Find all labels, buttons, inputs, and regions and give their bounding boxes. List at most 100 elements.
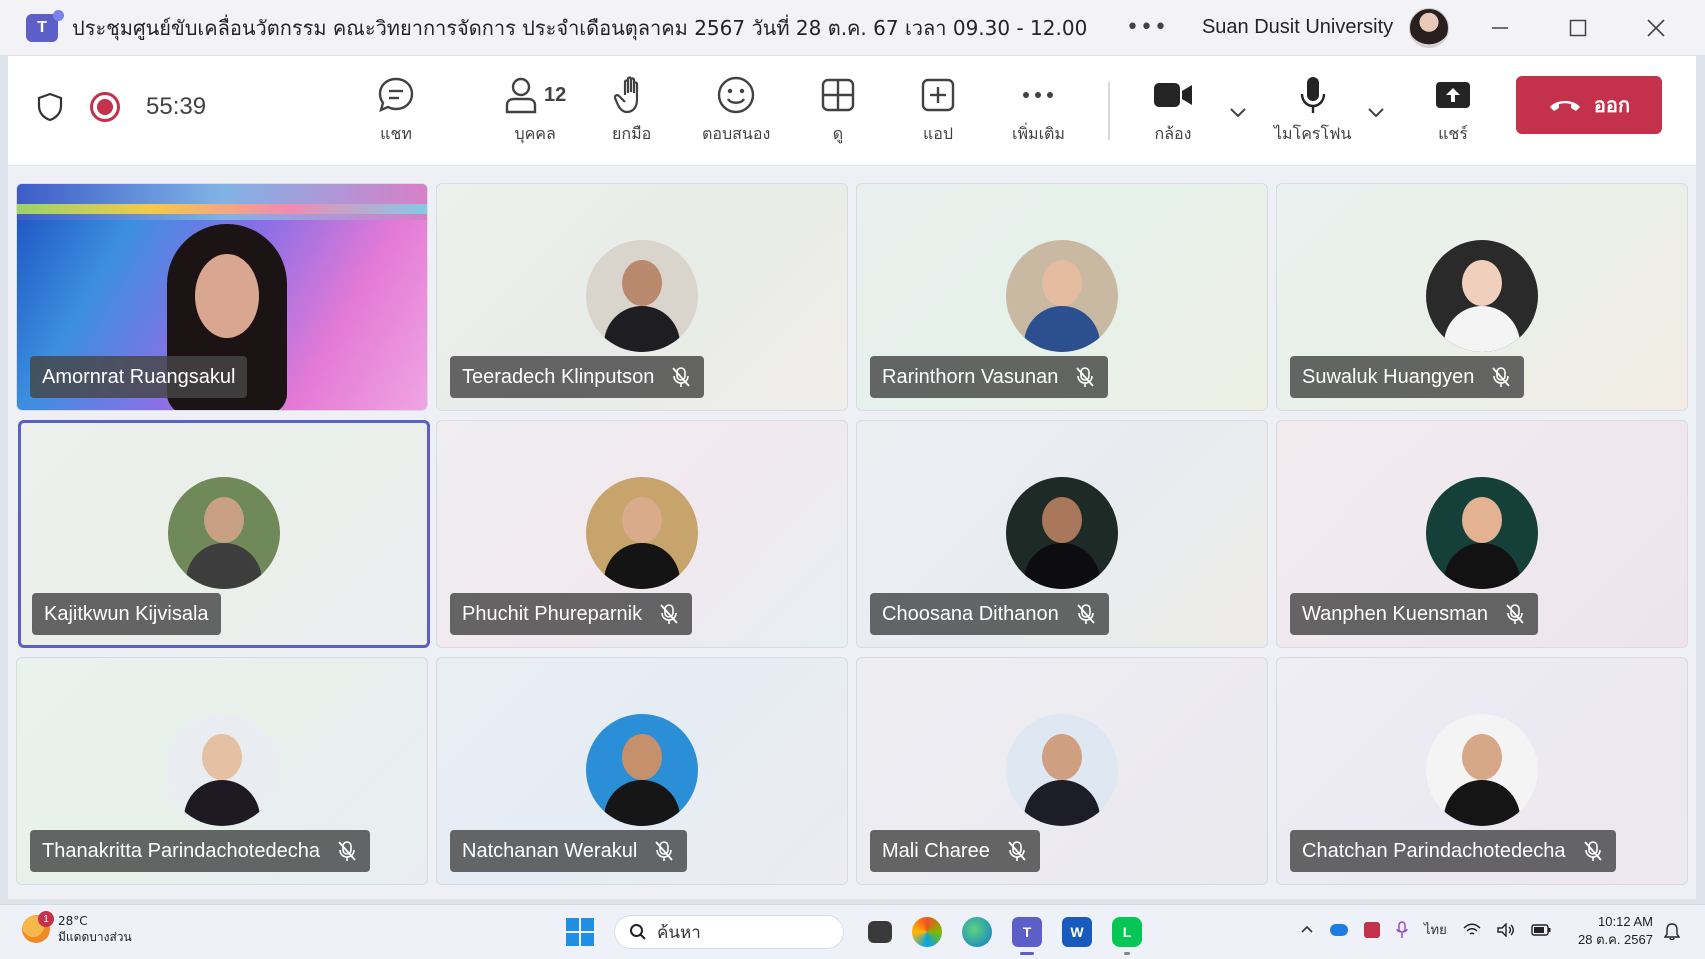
participant-avatar bbox=[168, 477, 280, 589]
share-button[interactable]: แชร์ bbox=[1434, 74, 1472, 148]
wifi-icon[interactable] bbox=[1463, 923, 1481, 937]
participant-nametag: Wanphen Kuensman bbox=[1290, 593, 1539, 635]
microphone-label: ไมโครโฟน bbox=[1274, 124, 1352, 143]
participant-tile[interactable]: Chatchan Parindachotedecha bbox=[1276, 657, 1688, 885]
participant-avatar bbox=[1426, 240, 1538, 352]
taskbar-search[interactable]: ค้นหา bbox=[614, 915, 844, 949]
close-icon bbox=[1647, 18, 1665, 37]
account-avatar[interactable] bbox=[1409, 7, 1450, 48]
word-app-icon[interactable]: W bbox=[1062, 917, 1092, 947]
participant-name: Kajitkwun Kijvisala bbox=[44, 602, 209, 625]
search-placeholder: ค้นหา bbox=[657, 922, 701, 943]
teams-app-icon[interactable]: T bbox=[1012, 917, 1042, 955]
participant-tile-speaking[interactable]: Kajitkwun Kijvisala bbox=[18, 420, 430, 648]
weather-icon: 1 bbox=[22, 911, 54, 943]
participant-nametag: Mali Charee bbox=[870, 830, 1040, 872]
system-tray: ไทย bbox=[1300, 919, 1551, 940]
chat-icon bbox=[378, 77, 414, 113]
people-icon bbox=[505, 77, 537, 114]
weather-temperature: 28°C bbox=[58, 914, 88, 928]
task-view-icon[interactable] bbox=[868, 921, 892, 943]
camera-options-chevron-icon[interactable] bbox=[1226, 100, 1250, 124]
participant-avatar bbox=[1426, 477, 1538, 589]
participant-nametag: Suwaluk Huangyen bbox=[1290, 356, 1525, 398]
clock-time: 10:12 AM bbox=[1598, 914, 1653, 929]
participant-avatar bbox=[1006, 714, 1118, 826]
camera-button[interactable]: กล้อง bbox=[1152, 74, 1194, 148]
participant-name: Amornrat Ruangsakul bbox=[42, 365, 236, 388]
apps-button[interactable]: แอป bbox=[920, 74, 956, 148]
participant-video-tile[interactable]: Amornrat Ruangsakul bbox=[16, 183, 428, 411]
participant-tile[interactable]: Thanakritta Parindachotedecha bbox=[16, 657, 428, 885]
participant-tile[interactable]: Mali Charee bbox=[856, 657, 1268, 885]
taskbar-clock[interactable]: 10:12 AM 28 ต.ค. 2567 bbox=[1578, 913, 1653, 949]
participant-tile[interactable]: Phuchit Phureparnik bbox=[436, 420, 848, 648]
participant-tile[interactable]: Natchanan Werakul bbox=[436, 657, 848, 885]
react-label: ตอบสนอง bbox=[702, 124, 771, 143]
participant-tile[interactable]: Rarinthorn Vasunan bbox=[856, 183, 1268, 411]
participant-nametag: Natchanan Werakul bbox=[450, 830, 688, 872]
participant-nametag: Phuchit Phureparnik bbox=[450, 593, 693, 635]
shield-icon[interactable] bbox=[36, 92, 64, 122]
chat-button[interactable]: แชท bbox=[376, 74, 416, 148]
participant-tile[interactable]: Suwaluk Huangyen bbox=[1276, 183, 1688, 411]
line-app-icon[interactable]: L bbox=[1112, 917, 1142, 955]
volume-icon[interactable] bbox=[1497, 922, 1515, 937]
participant-name: Mali Charee bbox=[882, 839, 990, 862]
people-label: บุคคล bbox=[514, 124, 556, 143]
app-tray-icon[interactable] bbox=[1364, 921, 1380, 938]
participant-nametag: Teeradech Klinputson bbox=[450, 356, 705, 398]
input-language[interactable]: ไทย bbox=[1424, 919, 1447, 940]
close-window-button[interactable] bbox=[1617, 0, 1695, 56]
show-hidden-icons-chevron-icon[interactable] bbox=[1300, 923, 1314, 937]
emoji-icon bbox=[717, 76, 755, 114]
notification-bell-icon[interactable] bbox=[1664, 923, 1680, 941]
minimize-button[interactable] bbox=[1461, 0, 1539, 56]
meeting-toolbar: 55:39 แชท 12 บุคคล ยกมือ ตอบสนอง ดู แอป … bbox=[8, 56, 1696, 166]
microphone-button[interactable]: ไมโครโฟน bbox=[1274, 74, 1351, 148]
edge-browser-icon[interactable] bbox=[962, 917, 992, 947]
mic-off-icon bbox=[672, 367, 691, 387]
chat-label: แชท bbox=[380, 124, 412, 143]
battery-icon[interactable] bbox=[1531, 923, 1551, 936]
share-icon bbox=[1436, 82, 1470, 108]
participant-name: Choosana Dithanon bbox=[882, 602, 1059, 625]
participant-avatar bbox=[166, 714, 278, 826]
participant-nametag: Chatchan Parindachotedecha bbox=[1290, 830, 1616, 872]
copilot-icon[interactable] bbox=[912, 917, 942, 947]
participant-name: Thanakritta Parindachotedecha bbox=[42, 839, 320, 862]
participant-tile[interactable]: Wanphen Kuensman bbox=[1276, 420, 1688, 648]
participant-avatar bbox=[1006, 477, 1118, 589]
view-button[interactable]: ดู bbox=[820, 74, 856, 148]
search-icon bbox=[630, 924, 646, 940]
people-button[interactable]: 12 บุคคล bbox=[504, 74, 566, 148]
leave-button[interactable]: ออก bbox=[1516, 76, 1662, 134]
share-label: แชร์ bbox=[1438, 124, 1468, 143]
maximize-button[interactable] bbox=[1539, 0, 1617, 56]
participant-name: Teeradech Klinputson bbox=[462, 365, 655, 388]
weather-widget[interactable]: 1 28°C มีแดดบางส่วน bbox=[22, 911, 132, 945]
microphone-options-chevron-icon[interactable] bbox=[1364, 100, 1388, 124]
participant-tile[interactable]: Teeradech Klinputson bbox=[436, 183, 848, 411]
start-button[interactable] bbox=[566, 918, 594, 946]
participant-name: Phuchit Phureparnik bbox=[462, 602, 643, 625]
title-bar: T ประชุมศูนย์ขับเคลื่อนวัตกรรม คณะวิทยาก… bbox=[0, 0, 1705, 56]
participant-avatar bbox=[586, 714, 698, 826]
organization-name[interactable]: Suan Dusit University bbox=[1202, 16, 1393, 39]
react-button[interactable]: ตอบสนอง bbox=[702, 74, 770, 148]
mic-off-icon bbox=[1076, 367, 1095, 387]
onedrive-icon[interactable] bbox=[1330, 923, 1348, 936]
microphone-icon bbox=[1300, 77, 1325, 113]
more-options-button[interactable]: ••• bbox=[1126, 15, 1168, 40]
people-count: 12 bbox=[544, 83, 567, 106]
mic-off-icon bbox=[660, 604, 678, 624]
more-button[interactable]: เพิ่มเติม bbox=[1012, 74, 1065, 148]
hang-up-icon bbox=[1549, 101, 1580, 111]
apps-label: แอป bbox=[922, 124, 954, 143]
participant-tile[interactable]: Choosana Dithanon bbox=[856, 420, 1268, 648]
windows-taskbar: 1 28°C มีแดดบางส่วน ค้นหา T W L ไทย 10:1… bbox=[0, 904, 1705, 959]
microphone-in-use-icon[interactable] bbox=[1396, 920, 1408, 939]
raise-hand-button[interactable]: ยกมือ bbox=[612, 74, 651, 148]
mic-off-icon bbox=[1506, 604, 1524, 624]
participant-nametag: Amornrat Ruangsakul bbox=[30, 356, 248, 398]
